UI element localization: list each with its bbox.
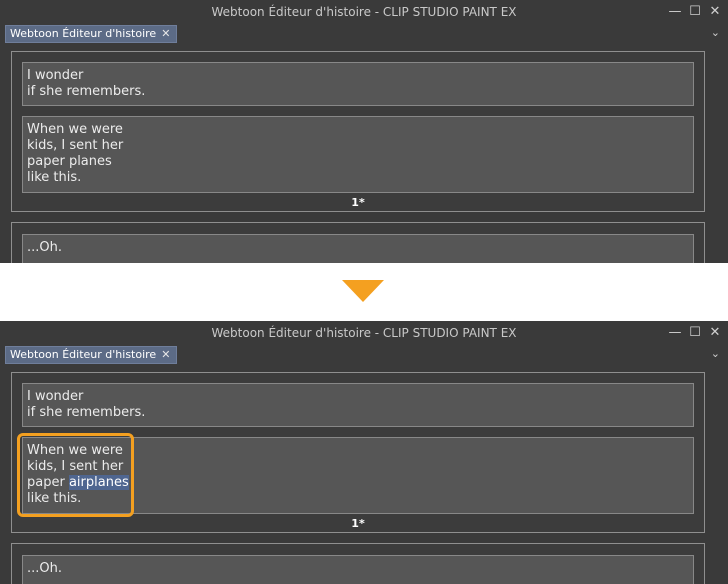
text-box[interactable]: ...Oh. (22, 234, 694, 263)
tab-story-editor[interactable]: Webtoon Éditeur d'histoire ✕ (5, 346, 178, 364)
tab-bar: Webtoon Éditeur d'histoire ✕ ⌄ (0, 24, 728, 46)
tab-bar: Webtoon Éditeur d'histoire ✕ ⌄ (0, 345, 728, 367)
minimize-icon[interactable]: — (668, 5, 682, 19)
tab-story-editor[interactable]: Webtoon Éditeur d'histoire ✕ (5, 25, 178, 43)
text-box[interactable]: When we were kids, I sent her paper plan… (22, 116, 694, 193)
text-box[interactable]: I wonder if she remembers. (22, 62, 694, 106)
maximize-icon[interactable]: ☐ (688, 326, 702, 340)
window-controls: — ☐ ✕ (668, 0, 722, 24)
chevron-down-icon[interactable]: ⌄ (711, 26, 720, 39)
page-frame: I wonder if she remembers. When we were … (11, 51, 705, 212)
editor-window-before: Webtoon Éditeur d'histoire - CLIP STUDIO… (0, 0, 728, 263)
window-title: Webtoon Éditeur d'histoire - CLIP STUDIO… (211, 326, 517, 340)
page-number: 1* (351, 196, 365, 209)
tab-label: Webtoon Éditeur d'histoire (10, 27, 157, 40)
chevron-down-icon[interactable]: ⌄ (711, 347, 720, 360)
down-arrow-icon (342, 280, 384, 302)
maximize-icon[interactable]: ☐ (688, 5, 702, 19)
page-frame: ...Oh. (11, 543, 705, 584)
highlight-box (17, 433, 134, 517)
window-title: Webtoon Éditeur d'histoire - CLIP STUDIO… (211, 5, 517, 19)
close-icon[interactable]: ✕ (708, 326, 722, 340)
tab-close-icon[interactable]: ✕ (161, 25, 170, 43)
page-number: 1* (351, 517, 365, 530)
text-box[interactable]: ...Oh. (22, 555, 694, 584)
page-frame: ...Oh. (11, 222, 705, 263)
minimize-icon[interactable]: — (668, 326, 682, 340)
window-controls: — ☐ ✕ (668, 321, 722, 345)
close-icon[interactable]: ✕ (708, 5, 722, 19)
text-box[interactable]: I wonder if she remembers. (22, 383, 694, 427)
tab-close-icon[interactable]: ✕ (161, 346, 170, 364)
tab-label: Webtoon Éditeur d'histoire (10, 348, 157, 361)
